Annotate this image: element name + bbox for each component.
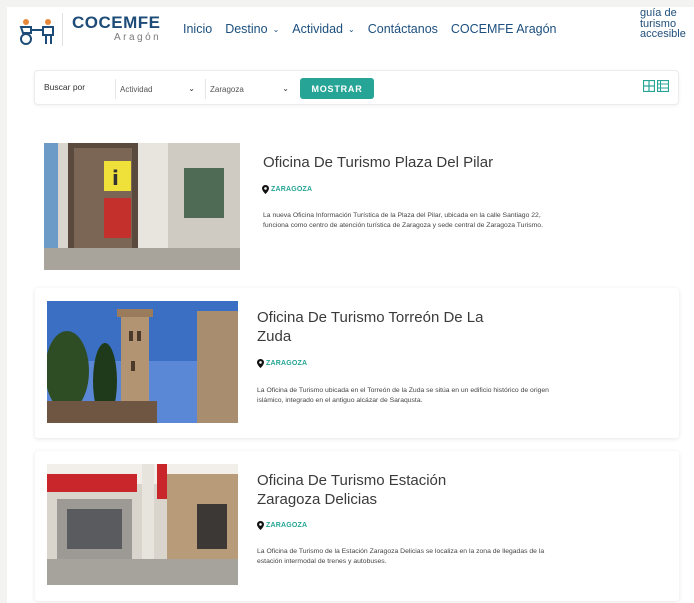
card-photo[interactable]	[47, 301, 238, 423]
card-title[interactable]: Oficina De Turismo Torreón De La Zuda	[257, 308, 497, 346]
nav-item-label: Actividad	[292, 22, 344, 36]
chevron-down-icon: ⌄	[282, 84, 289, 93]
map-pin-icon	[262, 185, 269, 194]
page: COCEMFE Aragón Inicio Destino ⌄ Activida…	[7, 7, 694, 603]
card-location: ZARAGOZA	[262, 185, 312, 194]
nav-item-label: Inicio	[183, 22, 213, 36]
map-pin-icon	[257, 521, 264, 530]
card-location: ZARAGOZA	[257, 521, 307, 530]
card-title[interactable]: Oficina De Turismo Estación Zaragoza Del…	[257, 471, 497, 509]
logo-divider	[62, 13, 63, 46]
card-location-label: ZARAGOZA	[266, 360, 308, 367]
nav-item-label: Contáctanos	[367, 22, 438, 36]
list-view-icon[interactable]	[657, 80, 669, 92]
result-card[interactable]: Oficina De Turismo Torreón De La Zuda ZA…	[35, 288, 679, 438]
chevron-down-icon: ⌄	[348, 24, 355, 34]
site-header: COCEMFE Aragón Inicio Destino ⌄ Activida…	[7, 7, 694, 52]
svg-text:i: i	[112, 166, 119, 190]
guia-line: guía de	[640, 7, 677, 19]
chevron-down-icon: ⌄	[188, 84, 195, 93]
card-title[interactable]: Oficina De Turismo Plaza Del Pilar	[263, 153, 583, 172]
result-card[interactable]: i Oficina De Turismo Plaza Del Pilar ZAR…	[35, 129, 679, 277]
mostrar-button[interactable]: MOSTRAR	[300, 78, 374, 99]
result-card[interactable]: Oficina De Turismo Estación Zaragoza Del…	[35, 451, 679, 601]
card-description: La nueva Oficina Información Turística d…	[263, 212, 543, 229]
activity-select[interactable]: Actividad ⌄	[115, 79, 201, 99]
chevron-down-icon: ⌄	[272, 24, 280, 34]
grid-view-icon[interactable]	[643, 80, 655, 92]
view-toggle	[643, 80, 669, 92]
card-location-label: ZARAGOZA	[266, 522, 308, 529]
guia-turismo-logo[interactable]: guía de turismo accesible	[640, 8, 694, 40]
guia-line: accesible	[640, 28, 686, 40]
card-photo[interactable]: i	[44, 143, 240, 270]
nav-item-label: Destino	[225, 22, 268, 36]
accessibility-logo-icon[interactable]	[17, 17, 57, 45]
activity-select-value: Actividad	[120, 84, 153, 94]
nav-item-label: COCEMFE Aragón	[450, 22, 557, 36]
card-photo[interactable]	[47, 464, 238, 585]
logo-main-text: COCEMFE	[72, 13, 161, 32]
search-bar: Buscar por Actividad ⌄ Zaragoza ⌄ MOSTRA…	[34, 70, 679, 105]
search-label: Buscar por	[44, 82, 86, 92]
location-select[interactable]: Zaragoza ⌄	[205, 79, 295, 99]
nav-item-destino[interactable]: Destino ⌄	[225, 22, 279, 36]
card-description: La Oficina de Turismo de la Estación Zar…	[257, 548, 545, 565]
nav-item-inicio[interactable]: Inicio	[183, 22, 212, 36]
nav-item-contactanos[interactable]: Contáctanos	[368, 22, 438, 36]
main-nav: Inicio Destino ⌄ Actividad ⌄ Contáctanos…	[183, 22, 570, 36]
card-description: La Oficina de Turismo ubicada en el Torr…	[257, 387, 549, 404]
map-pin-icon	[257, 359, 264, 368]
nav-item-cocemfe-aragon[interactable]: COCEMFE Aragón	[451, 22, 557, 36]
nav-item-actividad[interactable]: Actividad ⌄	[292, 22, 354, 36]
location-select-value: Zaragoza	[210, 84, 244, 94]
card-location: ZARAGOZA	[257, 359, 307, 368]
logo-sub-text: Aragón	[114, 32, 162, 43]
card-location-label: ZARAGOZA	[271, 186, 313, 193]
logo-text[interactable]: COCEMFE Aragón	[72, 13, 161, 43]
